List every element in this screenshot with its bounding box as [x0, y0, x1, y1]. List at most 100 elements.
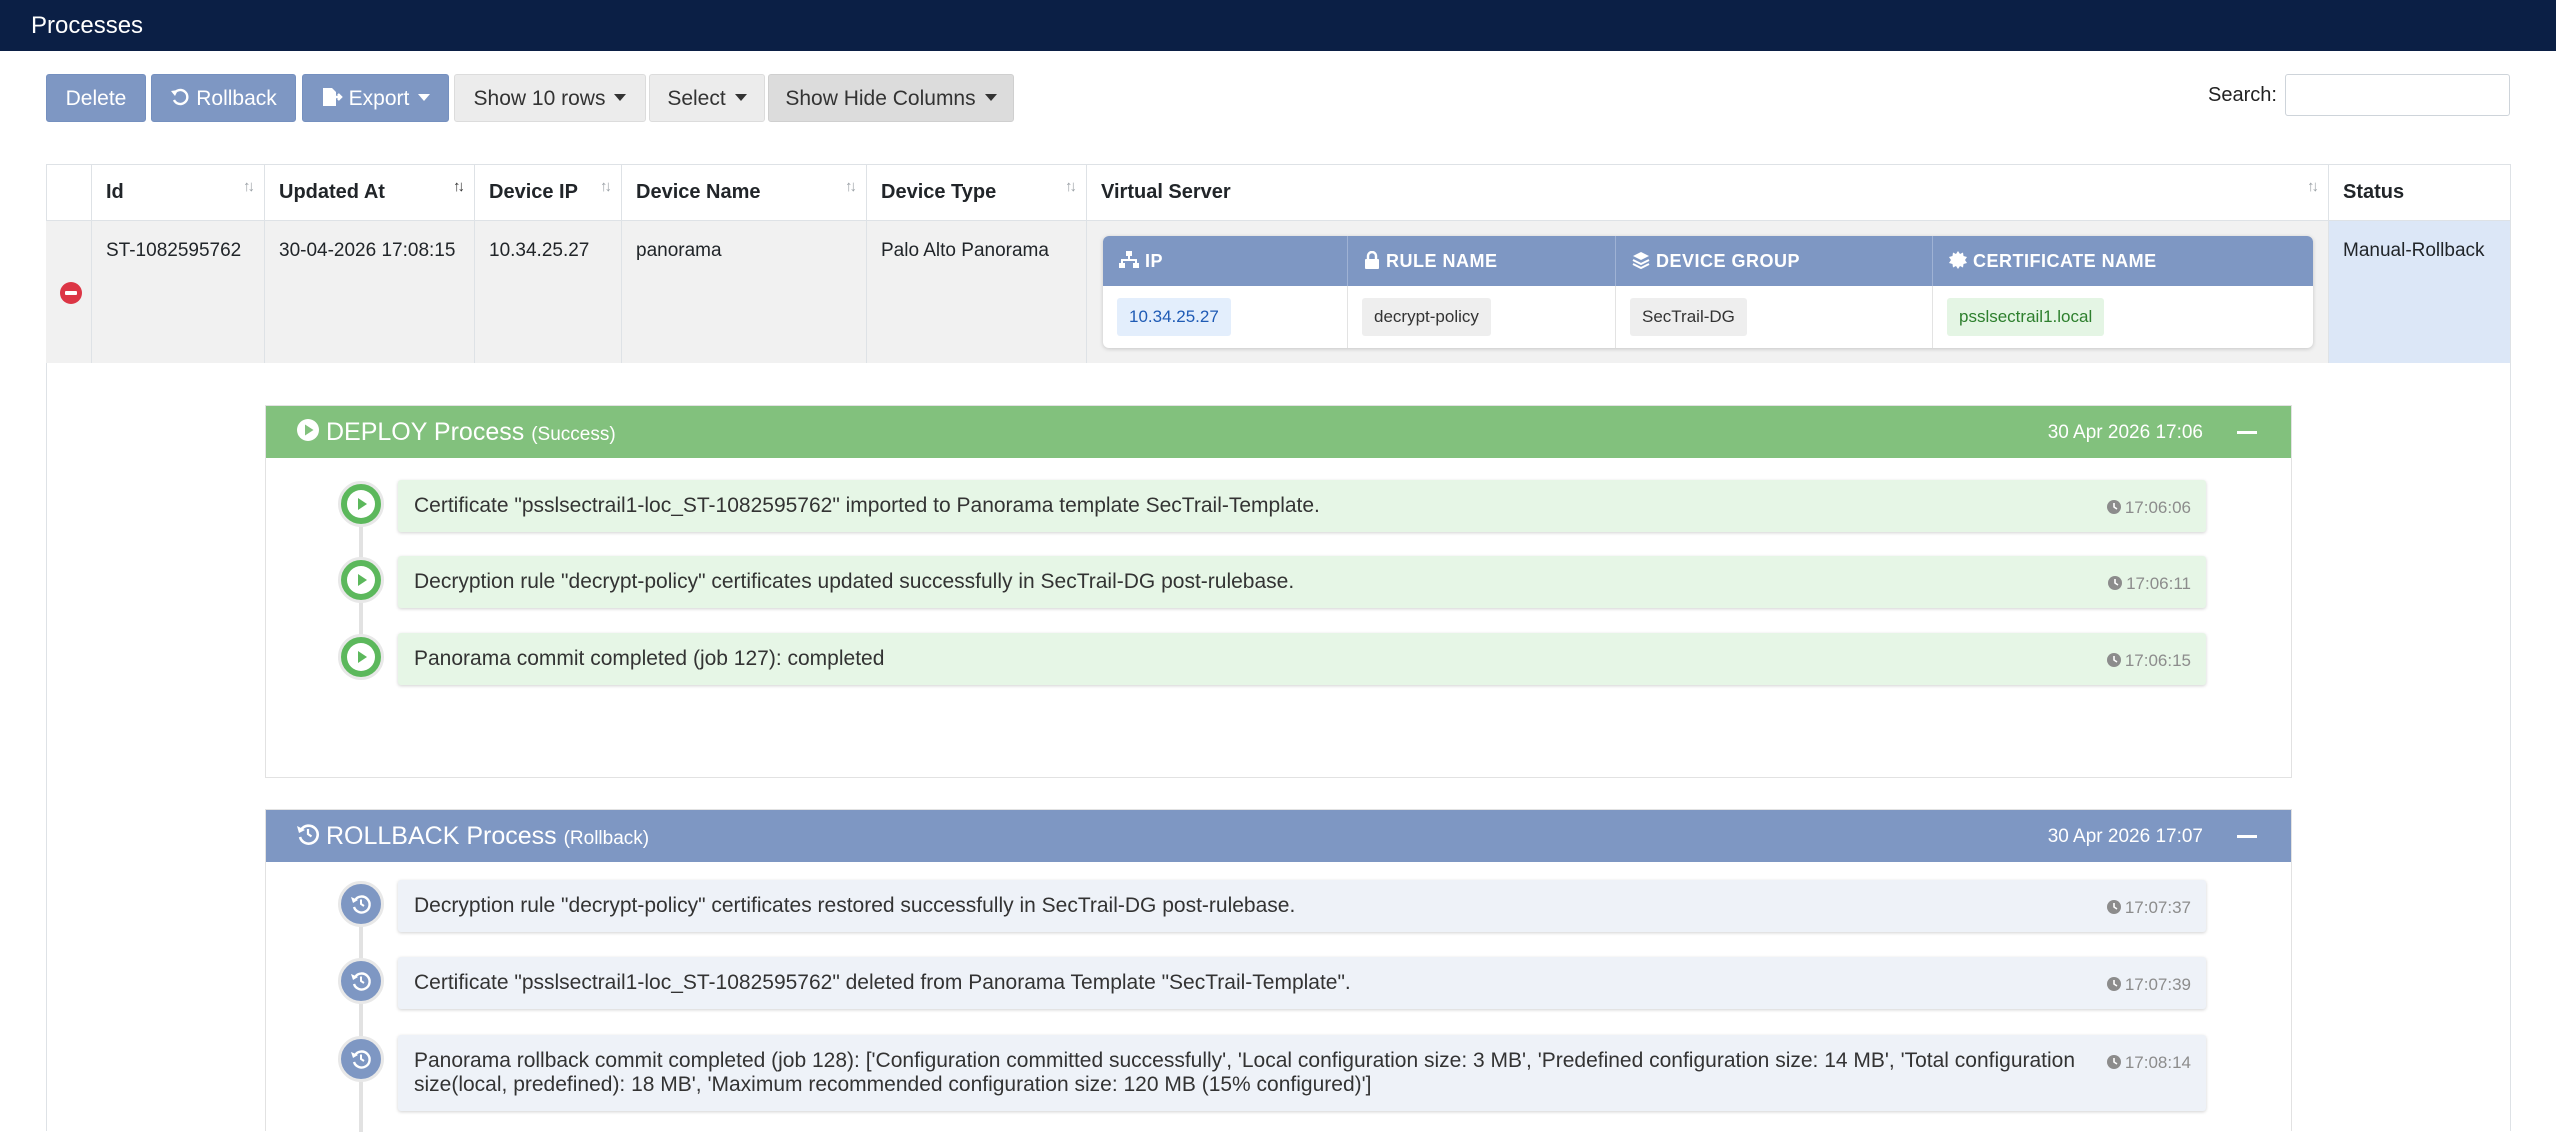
sort-icon: ↑↓: [2307, 178, 2319, 195]
chevron-down-icon: [984, 93, 997, 101]
export-button-label: Export: [348, 87, 410, 110]
search-input[interactable]: [2285, 74, 2510, 116]
sort-icon: ↑↓: [1065, 178, 1077, 195]
undo-icon: [171, 89, 189, 106]
collapse-icon[interactable]: [2237, 431, 2257, 434]
header-device-name-label: Device Name: [636, 181, 761, 203]
header-id[interactable]: Id ↑↓: [92, 164, 265, 221]
timeline-history-icon: [338, 958, 384, 1004]
row-collapse-cell[interactable]: [46, 221, 92, 363]
header-updated-at[interactable]: Updated At ↑↓: [265, 164, 475, 221]
rule-name-chip: decrypt-policy: [1362, 298, 1491, 336]
export-dropdown-button[interactable]: Export: [302, 74, 449, 122]
vs-header-rule-name-label: RULE NAME: [1386, 251, 1498, 271]
header-virtual-server[interactable]: Virtual Server ↑↓: [1087, 164, 2329, 221]
clock-icon: [2106, 1054, 2121, 1069]
cell-status: Manual-Rollback: [2329, 221, 2511, 363]
event-time: 17:07:37: [2106, 898, 2191, 918]
event-time: 17:06:11: [2107, 574, 2191, 594]
event-message: Panorama commit completed (job 127): com…: [414, 647, 885, 670]
show-hide-columns-label: Show Hide Columns: [785, 87, 976, 110]
certificate-icon: [1949, 251, 1967, 270]
cell-device-name: panorama: [622, 221, 867, 363]
show-rows-label: Show 10 rows: [473, 87, 606, 110]
event-time-text: 17:06:15: [2124, 651, 2191, 670]
delete-button[interactable]: Delete: [46, 74, 146, 122]
event-time-text: 17:06:06: [2124, 498, 2191, 517]
collapse-row-icon[interactable]: [60, 282, 82, 304]
collapse-icon[interactable]: [2237, 835, 2257, 838]
vs-cell-rule-name: decrypt-policy: [1348, 286, 1616, 348]
clock-icon: [2106, 976, 2121, 991]
header-status[interactable]: Status: [2329, 164, 2511, 221]
rollback-panel-title: ROLLBACK Process (Rollback): [296, 822, 649, 853]
sort-icon: ↑↓: [845, 178, 857, 195]
header-status-label: Status: [2343, 181, 2405, 203]
event-time-text: 17:07:37: [2124, 898, 2191, 917]
vs-header-rule-name: RULE NAME: [1348, 236, 1616, 286]
show-hide-columns-dropdown[interactable]: Show Hide Columns: [768, 74, 1014, 122]
header-device-type[interactable]: Device Type ↑↓: [867, 164, 1087, 221]
cell-updated-at: 30-04-2026 17:08:15: [265, 221, 475, 363]
virtual-server-header: IP RULE NAME DEVICE GROUP CERTIFICATE NA…: [1103, 236, 2313, 286]
page-header: Processes: [0, 0, 2556, 51]
timeline-play-icon: [338, 557, 384, 603]
select-dropdown[interactable]: Select: [649, 74, 765, 122]
timeline-event: Decryption rule "decrypt-policy" certifi…: [398, 556, 2206, 608]
clock-icon: [2106, 499, 2121, 514]
chevron-down-icon: [734, 93, 747, 101]
show-rows-dropdown[interactable]: Show 10 rows: [454, 74, 646, 122]
header-expand-column: [46, 164, 92, 221]
header-device-ip-label: Device IP: [489, 181, 578, 203]
header-updated-at-label: Updated At: [279, 181, 385, 203]
header-virtual-server-label: Virtual Server: [1101, 181, 1231, 203]
timeline-event: Certificate "psslsectrail1-loc_ST-108259…: [398, 480, 2206, 532]
vs-cell-ip: 10.34.25.27: [1103, 286, 1348, 348]
certificate-name-chip: psslsectrail1.local: [1947, 298, 2105, 336]
header-id-label: Id: [106, 181, 124, 203]
vs-header-device-group: DEVICE GROUP: [1616, 236, 1933, 286]
layer-group-icon: [1632, 252, 1650, 270]
timeline-history-icon: [338, 881, 384, 927]
sort-desc-icon: ↑↓: [453, 178, 465, 195]
vs-cell-certificate-name: psslsectrail1.local: [1933, 286, 2313, 348]
event-time-text: 17:07:39: [2124, 975, 2191, 994]
event-message: Certificate "psslsectrail1-loc_ST-108259…: [414, 494, 1320, 517]
event-time: 17:06:15: [2106, 651, 2191, 671]
header-device-name[interactable]: Device Name ↑↓: [622, 164, 867, 221]
deploy-title-text: DEPLOY Process: [326, 418, 525, 446]
sort-icon: ↑↓: [600, 178, 612, 195]
deploy-panel-title: DEPLOY Process (Success): [296, 418, 616, 449]
event-message: Certificate "psslsectrail1-loc_ST-108259…: [414, 971, 1351, 994]
clock-icon: [2106, 899, 2121, 914]
event-time: 17:08:14: [2106, 1053, 2191, 1073]
vs-cell-device-group: SecTrail-DG: [1616, 286, 1933, 348]
header-device-type-label: Device Type: [881, 181, 997, 203]
vs-header-ip: IP: [1103, 236, 1348, 286]
chevron-down-icon: [614, 93, 627, 101]
vs-header-ip-label: IP: [1145, 251, 1164, 271]
timeline-history-icon: [338, 1036, 384, 1082]
rollback-date: 30 Apr 2026 17:07: [2047, 826, 2203, 847]
rollback-status-text: (Rollback): [563, 828, 650, 849]
deploy-process-panel: DEPLOY Process (Success) 30 Apr 2026 17:…: [265, 405, 2292, 778]
rollback-panel-header: ROLLBACK Process (Rollback) 30 Apr 2026 …: [266, 810, 2291, 862]
search-label: Search:: [2208, 84, 2277, 106]
clock-icon: [2106, 652, 2121, 667]
timeline-event: Panorama commit completed (job 127): com…: [398, 633, 2206, 685]
header-device-ip[interactable]: Device IP ↑↓: [475, 164, 622, 221]
event-time-text: 17:06:11: [2126, 574, 2191, 593]
file-export-icon: [322, 88, 343, 107]
delete-button-label: Delete: [65, 87, 127, 110]
page-title: Processes: [31, 12, 144, 39]
deploy-date: 30 Apr 2026 17:06: [2047, 422, 2203, 443]
event-time: 17:07:39: [2106, 975, 2191, 995]
event-time: 17:06:06: [2106, 498, 2191, 518]
timeline-event: Certificate "psslsectrail1-loc_ST-108259…: [398, 957, 2206, 1009]
rollback-title-text: ROLLBACK Process: [326, 822, 557, 850]
cell-device-type: Palo Alto Panorama: [867, 221, 1087, 363]
event-message: Decryption rule "decrypt-policy" certifi…: [414, 570, 1295, 593]
rollback-button[interactable]: Rollback: [151, 74, 296, 122]
rollback-button-label: Rollback: [196, 87, 277, 110]
lock-icon: [1365, 251, 1379, 270]
